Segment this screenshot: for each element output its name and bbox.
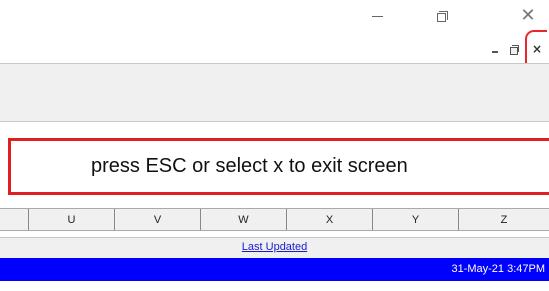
mdi-restore-button[interactable]	[505, 40, 523, 58]
last-updated-datetime: 31-May-21 3:47PM	[451, 263, 545, 275]
column-header-u[interactable]: U	[29, 209, 115, 230]
exit-instruction-text: press ESC or select x to exit screen	[91, 155, 408, 177]
column-header-v[interactable]: V	[115, 209, 201, 230]
window-close-button[interactable]: ✕	[507, 2, 549, 30]
last-updated-row: Last Updated	[0, 237, 549, 258]
status-bar: 31-May-21 3:47PM	[0, 258, 549, 281]
window-minimize-button[interactable]	[356, 2, 398, 30]
window-restore-button[interactable]	[421, 2, 463, 30]
restore-icon	[509, 44, 519, 55]
column-header-bar: U V W X Y Z	[0, 208, 549, 231]
mdi-minimize-button[interactable]	[486, 40, 504, 58]
column-header-x[interactable]: X	[287, 209, 373, 230]
minimize-icon	[371, 15, 383, 17]
column-header-z[interactable]: Z	[459, 209, 549, 230]
column-header-y[interactable]: Y	[373, 209, 459, 230]
minimize-icon	[492, 51, 498, 53]
close-icon: ✕	[520, 5, 536, 26]
column-header-w[interactable]: W	[201, 209, 287, 230]
column-header-partial	[0, 209, 29, 230]
last-updated-link[interactable]: Last Updated	[0, 241, 549, 253]
toolbar-area	[0, 63, 549, 122]
restore-icon	[436, 10, 448, 22]
exit-instruction-banner: press ESC or select x to exit screen	[8, 138, 549, 195]
